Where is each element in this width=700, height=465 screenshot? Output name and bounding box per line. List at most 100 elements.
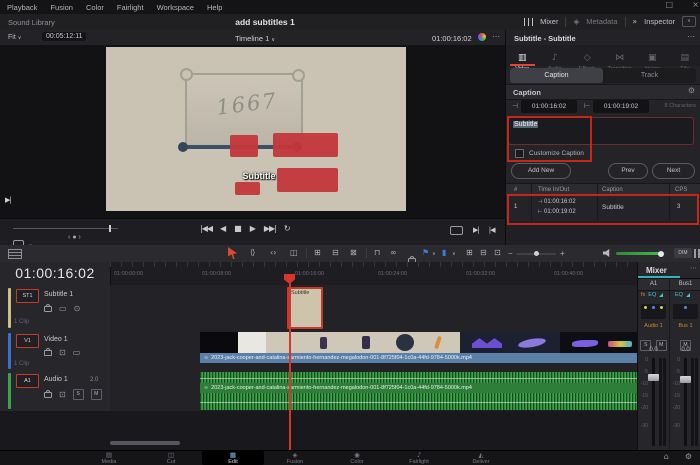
caption-track-icon[interactable] bbox=[59, 305, 67, 313]
trim-edit-icon[interactable] bbox=[250, 249, 254, 257]
tab-effects[interactable]: Effects bbox=[571, 45, 604, 72]
pan-control[interactable] bbox=[673, 304, 698, 319]
mixer-channel-bus1[interactable]: Bus1 bbox=[670, 279, 700, 291]
track-lane-subtitle[interactable]: Subtitle bbox=[110, 285, 637, 332]
caption-out-timecode[interactable]: 01:00:19:02 bbox=[593, 100, 649, 113]
tab-video[interactable]: Video bbox=[506, 45, 539, 72]
fader-track[interactable] bbox=[652, 358, 655, 446]
mark-out-icon[interactable] bbox=[489, 227, 495, 234]
chevron-down-icon[interactable] bbox=[452, 252, 456, 257]
menu-workspace[interactable]: Workspace bbox=[157, 3, 194, 12]
channel-fx-eq[interactable]: EQ bbox=[675, 292, 690, 298]
menu-color[interactable]: Color bbox=[86, 3, 104, 12]
track-badge-st1[interactable]: ST1 bbox=[16, 289, 39, 303]
gear-icon[interactable] bbox=[688, 87, 695, 95]
pan-control[interactable] bbox=[641, 304, 666, 319]
selection-tool-icon[interactable] bbox=[228, 247, 237, 259]
speaker-icon[interactable] bbox=[603, 249, 610, 257]
zoom-fit-dropdown[interactable]: Fit bbox=[8, 34, 21, 41]
track-badge-a1[interactable]: A1 bbox=[16, 374, 39, 388]
volume-slider[interactable] bbox=[616, 250, 668, 257]
page-tab-color[interactable]: Color bbox=[326, 451, 388, 465]
timeline-horizontal-scrollbar[interactable] bbox=[110, 441, 180, 445]
marker-icon[interactable] bbox=[442, 249, 446, 257]
track-lane-audio[interactable]: 2023-jack-cooper-and-catalina-sarmiento-… bbox=[110, 371, 637, 412]
snapping-icon[interactable] bbox=[374, 249, 380, 257]
zoom-in-button[interactable]: + bbox=[560, 249, 565, 258]
page-tab-media[interactable]: Media bbox=[78, 451, 140, 465]
caption-table-row[interactable]: 1 01:00:16:02 01:00:19:02 Subtitle 3 bbox=[506, 195, 700, 222]
playhead-line[interactable] bbox=[289, 274, 291, 450]
slider-handle[interactable] bbox=[109, 225, 111, 232]
channel-fx-eq[interactable]: fx EQ bbox=[641, 292, 664, 298]
auto-select-icon[interactable] bbox=[59, 349, 66, 357]
page-tab-edit[interactable]: Edit bbox=[202, 451, 264, 465]
video-clip[interactable]: 2023-jack-cooper-and-catalina-sarmiento-… bbox=[200, 332, 637, 363]
subtab-caption[interactable]: Caption bbox=[510, 68, 603, 83]
fader-handle[interactable] bbox=[648, 374, 659, 381]
filmstrip-icon[interactable] bbox=[73, 349, 81, 357]
timeline-view-options-icon[interactable] bbox=[8, 249, 22, 259]
insert-clip-icon[interactable] bbox=[314, 249, 321, 257]
tab-transition[interactable]: Transition bbox=[604, 45, 637, 72]
flag-icon[interactable] bbox=[422, 249, 429, 257]
track-header-video[interactable]: V1 Video 1 1 Clip bbox=[0, 331, 111, 372]
dynamic-trim-icon[interactable] bbox=[270, 249, 276, 257]
page-tab-cut[interactable]: Cut bbox=[140, 451, 202, 465]
page-tab-deliver[interactable]: Deliver bbox=[450, 451, 512, 465]
add-new-button[interactable]: Add New bbox=[511, 163, 571, 179]
panel-toggle-icon[interactable] bbox=[694, 249, 700, 258]
go-to-end-button[interactable] bbox=[264, 225, 276, 233]
zoom-custom-icon[interactable] bbox=[494, 249, 501, 257]
lock-icon[interactable] bbox=[44, 304, 52, 312]
visibility-eye-icon[interactable] bbox=[74, 305, 81, 313]
mute-button[interactable]: M bbox=[90, 389, 102, 400]
audio-clip[interactable]: 2023-jack-cooper-and-catalina-sarmiento-… bbox=[200, 372, 637, 410]
next-button[interactable]: Next bbox=[652, 163, 695, 179]
inspector-options-icon[interactable] bbox=[687, 33, 695, 41]
go-to-start-button[interactable] bbox=[200, 225, 212, 233]
ruler-scale[interactable]: 01:00:00:00 01:00:08:00 01:00:16:00 01:0… bbox=[110, 262, 637, 285]
loop-button[interactable] bbox=[284, 225, 291, 233]
panel-options-button[interactable] bbox=[682, 16, 696, 27]
timeline-zoom-slider[interactable] bbox=[516, 251, 556, 256]
linked-selection-icon[interactable] bbox=[390, 249, 397, 257]
step-back-button[interactable] bbox=[220, 225, 226, 233]
settings-gear-icon[interactable] bbox=[685, 453, 692, 461]
subtitle-clip[interactable]: Subtitle bbox=[287, 287, 323, 329]
solo-button[interactable]: S bbox=[72, 389, 84, 400]
dim-button[interactable]: DIM bbox=[674, 248, 692, 258]
menu-playback[interactable]: Playback bbox=[7, 3, 37, 12]
play-button[interactable] bbox=[250, 225, 256, 233]
track-badge-v1[interactable]: V1 bbox=[16, 334, 39, 348]
caption-in-timecode[interactable]: 01:00:16:02 bbox=[521, 100, 577, 113]
customize-caption-checkbox[interactable] bbox=[515, 149, 524, 158]
page-tab-fusion[interactable]: Fusion bbox=[264, 451, 326, 465]
caption-text-input[interactable]: Subtitle bbox=[508, 117, 694, 145]
metadata-toggle-button[interactable]: Metadata bbox=[586, 17, 617, 26]
overwrite-clip-icon[interactable] bbox=[332, 249, 339, 257]
chevron-down-icon[interactable] bbox=[432, 252, 436, 257]
page-tab-fairlight[interactable]: Fairlight bbox=[388, 451, 450, 465]
viewer-options-icon[interactable] bbox=[492, 33, 500, 41]
razor-tool-icon[interactable] bbox=[290, 249, 298, 257]
zoom-detail-icon[interactable] bbox=[480, 249, 487, 257]
sound-library-button[interactable]: Sound Library bbox=[8, 18, 55, 27]
tab-image[interactable]: Image bbox=[636, 45, 669, 72]
window-close-icon[interactable] bbox=[692, 1, 699, 9]
track-header-audio[interactable]: A1 Audio 1 2.0 S M bbox=[0, 371, 111, 412]
viewer-zoom-slider[interactable] bbox=[13, 225, 118, 232]
tab-file[interactable]: File bbox=[669, 45, 700, 72]
replace-clip-icon[interactable] bbox=[350, 249, 357, 257]
auto-select-icon[interactable] bbox=[59, 391, 66, 399]
menu-help[interactable]: Help bbox=[207, 3, 222, 12]
zoom-full-extent-icon[interactable] bbox=[466, 249, 473, 257]
home-icon[interactable] bbox=[664, 453, 669, 461]
lock-icon[interactable] bbox=[44, 348, 52, 356]
mark-icon[interactable] bbox=[5, 197, 11, 204]
subtab-track[interactable]: Track bbox=[603, 68, 696, 83]
jog-control[interactable]: ‹●› bbox=[68, 234, 83, 241]
mixer-channel-a1[interactable]: A1 bbox=[638, 279, 669, 291]
timeline-selector-dropdown[interactable]: Timeline 1 bbox=[180, 34, 330, 43]
zoom-out-button[interactable]: − bbox=[508, 249, 513, 258]
